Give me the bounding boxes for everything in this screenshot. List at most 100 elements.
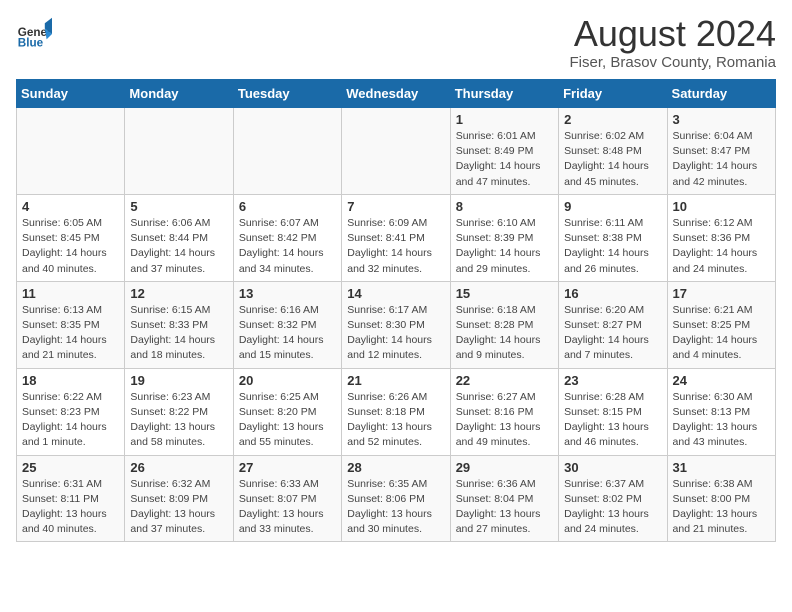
calendar-cell: 2Sunrise: 6:02 AMSunset: 8:48 PMDaylight… <box>559 108 667 195</box>
title-block: August 2024 Fiser, Brasov County, Romani… <box>570 16 776 71</box>
day-number: 30 <box>564 460 661 475</box>
calendar-cell: 24 Sunrise: 6:30 AMSunset: 8:13 PMDayligh… <box>667 368 775 455</box>
day-number: 16 <box>564 286 661 301</box>
logo: General Blue <box>16 16 52 52</box>
calendar-cell: 16 Sunrise: 6:20 AMSunset: 8:27 PMDayligh… <box>559 281 667 368</box>
day-number: 23 <box>564 373 661 388</box>
day-info: Sunrise: 6:27 AMSunset: 8:16 PMDaylight:… <box>456 390 553 451</box>
day-number: 7 <box>347 199 444 214</box>
day-info: Sunrise: 6:36 AMSunset: 8:04 PMDaylight:… <box>456 477 553 538</box>
calendar-week-1: 1Sunrise: 6:01 AMSunset: 8:49 PMDaylight… <box>17 108 776 195</box>
day-number: 3 <box>673 112 770 127</box>
calendar-cell: 13Sunrise: 6:16 AMSunset: 8:32 PMDayligh… <box>233 281 341 368</box>
calendar-week-4: 18 Sunrise: 6:22 AMSunset: 8:23 PMDayligh… <box>17 368 776 455</box>
calendar-cell: 4 Sunrise: 6:05 AMSunset: 8:45 PMDaylight… <box>17 194 125 281</box>
day-info: Sunrise: 6:30 AMSunset: 8:13 PMDaylight:… <box>673 390 770 451</box>
day-info: Sunrise: 6:17 AMSunset: 8:30 PMDaylight:… <box>347 303 444 364</box>
day-number: 28 <box>347 460 444 475</box>
day-number: 20 <box>239 373 336 388</box>
day-number: 2 <box>564 112 661 127</box>
day-info: Sunrise: 6:35 AMSunset: 8:06 PMDaylight:… <box>347 477 444 538</box>
calendar-cell: 19 Sunrise: 6:23 AMSunset: 8:22 PMDayligh… <box>125 368 233 455</box>
calendar-cell: 5 Sunrise: 6:06 AMSunset: 8:44 PMDaylight… <box>125 194 233 281</box>
day-info: Sunrise: 6:38 AMSunset: 8:00 PMDaylight:… <box>673 477 770 538</box>
calendar-cell: 22Sunrise: 6:27 AMSunset: 8:16 PMDayligh… <box>450 368 558 455</box>
calendar-cell: 10 Sunrise: 6:12 AMSunset: 8:36 PMDayligh… <box>667 194 775 281</box>
calendar-cell: 18 Sunrise: 6:22 AMSunset: 8:23 PMDayligh… <box>17 368 125 455</box>
calendar-cell: 20 Sunrise: 6:25 AMSunset: 8:20 PMDayligh… <box>233 368 341 455</box>
day-header-monday: Monday <box>125 80 233 108</box>
day-number: 13 <box>239 286 336 301</box>
day-info: Sunrise: 6:22 AMSunset: 8:23 PMDaylight:… <box>22 390 119 451</box>
day-info: Sunrise: 6:10 AMSunset: 8:39 PMDaylight:… <box>456 216 553 277</box>
day-info: Sunrise: 6:37 AMSunset: 8:02 PMDaylight:… <box>564 477 661 538</box>
day-info: Sunrise: 6:06 AMSunset: 8:44 PMDaylight:… <box>130 216 227 277</box>
calendar-cell: 6 Sunrise: 6:07 AMSunset: 8:42 PMDaylight… <box>233 194 341 281</box>
day-number: 31 <box>673 460 770 475</box>
day-info: Sunrise: 6:31 AMSunset: 8:11 PMDaylight:… <box>22 477 119 538</box>
day-header-sunday: Sunday <box>17 80 125 108</box>
day-info: Sunrise: 6:13 AMSunset: 8:35 PMDaylight:… <box>22 303 119 364</box>
day-info: Sunrise: 6:11 AMSunset: 8:38 PMDaylight:… <box>564 216 661 277</box>
calendar-cell: 17 Sunrise: 6:21 AMSunset: 8:25 PMDayligh… <box>667 281 775 368</box>
calendar-cell: 28 Sunrise: 6:35 AMSunset: 8:06 PMDayligh… <box>342 455 450 542</box>
day-header-wednesday: Wednesday <box>342 80 450 108</box>
day-number: 19 <box>130 373 227 388</box>
day-number: 8 <box>456 199 553 214</box>
calendar-cell <box>342 108 450 195</box>
calendar-cell: 31 Sunrise: 6:38 AMSunset: 8:00 PMDayligh… <box>667 455 775 542</box>
day-number: 1 <box>456 112 553 127</box>
day-number: 29 <box>456 460 553 475</box>
calendar-cell: 21Sunrise: 6:26 AMSunset: 8:18 PMDayligh… <box>342 368 450 455</box>
day-header-tuesday: Tuesday <box>233 80 341 108</box>
day-info: Sunrise: 6:32 AMSunset: 8:09 PMDaylight:… <box>130 477 227 538</box>
day-number: 12 <box>130 286 227 301</box>
day-info: Sunrise: 6:20 AMSunset: 8:27 PMDaylight:… <box>564 303 661 364</box>
calendar-cell: 1Sunrise: 6:01 AMSunset: 8:49 PMDaylight… <box>450 108 558 195</box>
day-number: 4 <box>22 199 119 214</box>
day-number: 25 <box>22 460 119 475</box>
day-number: 5 <box>130 199 227 214</box>
calendar-cell: 8 Sunrise: 6:10 AMSunset: 8:39 PMDaylight… <box>450 194 558 281</box>
calendar-cell: 12Sunrise: 6:15 AMSunset: 8:33 PMDayligh… <box>125 281 233 368</box>
day-header-saturday: Saturday <box>667 80 775 108</box>
page-header: General Blue August 2024 Fiser, Brasov C… <box>16 16 776 71</box>
month-year: August 2024 <box>570 16 776 52</box>
calendar-week-2: 4 Sunrise: 6:05 AMSunset: 8:45 PMDaylight… <box>17 194 776 281</box>
day-info: Sunrise: 6:07 AMSunset: 8:42 PMDaylight:… <box>239 216 336 277</box>
day-number: 26 <box>130 460 227 475</box>
day-number: 24 <box>673 373 770 388</box>
location: Fiser, Brasov County, Romania <box>570 54 776 71</box>
day-info: Sunrise: 6:12 AMSunset: 8:36 PMDaylight:… <box>673 216 770 277</box>
day-info: Sunrise: 6:23 AMSunset: 8:22 PMDaylight:… <box>130 390 227 451</box>
day-number: 6 <box>239 199 336 214</box>
calendar-week-5: 25 Sunrise: 6:31 AMSunset: 8:11 PMDayligh… <box>17 455 776 542</box>
calendar-cell: 27Sunrise: 6:33 AMSunset: 8:07 PMDayligh… <box>233 455 341 542</box>
day-info: Sunrise: 6:05 AMSunset: 8:45 PMDaylight:… <box>22 216 119 277</box>
calendar-table: SundayMondayTuesdayWednesdayThursdayFrid… <box>16 79 776 542</box>
day-number: 18 <box>22 373 119 388</box>
day-info: Sunrise: 6:09 AMSunset: 8:41 PMDaylight:… <box>347 216 444 277</box>
day-number: 14 <box>347 286 444 301</box>
svg-text:Blue: Blue <box>18 37 44 50</box>
calendar-cell: 23Sunrise: 6:28 AMSunset: 8:15 PMDayligh… <box>559 368 667 455</box>
day-header-thursday: Thursday <box>450 80 558 108</box>
day-number: 27 <box>239 460 336 475</box>
day-number: 17 <box>673 286 770 301</box>
calendar-cell: 14 Sunrise: 6:17 AMSunset: 8:30 PMDayligh… <box>342 281 450 368</box>
calendar-cell: 25 Sunrise: 6:31 AMSunset: 8:11 PMDayligh… <box>17 455 125 542</box>
day-number: 10 <box>673 199 770 214</box>
calendar-cell: 9 Sunrise: 6:11 AMSunset: 8:38 PMDaylight… <box>559 194 667 281</box>
day-number: 15 <box>456 286 553 301</box>
logo-icon: General Blue <box>16 16 52 52</box>
day-info: Sunrise: 6:04 AMSunset: 8:47 PMDaylight:… <box>673 129 770 190</box>
day-header-friday: Friday <box>559 80 667 108</box>
calendar-cell: 26 Sunrise: 6:32 AMSunset: 8:09 PMDayligh… <box>125 455 233 542</box>
day-info: Sunrise: 6:25 AMSunset: 8:20 PMDaylight:… <box>239 390 336 451</box>
day-info: Sunrise: 6:21 AMSunset: 8:25 PMDaylight:… <box>673 303 770 364</box>
calendar-cell: 3 Sunrise: 6:04 AMSunset: 8:47 PMDaylight… <box>667 108 775 195</box>
calendar-cell: 15 Sunrise: 6:18 AMSunset: 8:28 PMDayligh… <box>450 281 558 368</box>
day-number: 9 <box>564 199 661 214</box>
day-info: Sunrise: 6:18 AMSunset: 8:28 PMDaylight:… <box>456 303 553 364</box>
calendar-week-3: 11Sunrise: 6:13 AMSunset: 8:35 PMDayligh… <box>17 281 776 368</box>
